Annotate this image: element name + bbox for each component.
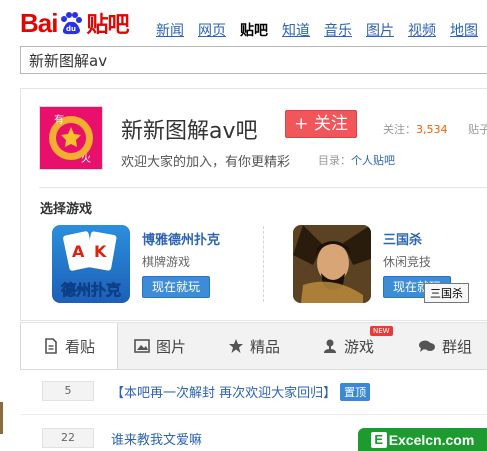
game-category-sanguosha: 休闲竞技: [383, 255, 432, 269]
logo-tieba-text: 贴吧: [86, 13, 129, 38]
image-icon: [134, 339, 150, 353]
avatar-text-huo: 火: [81, 153, 91, 165]
forum-logo-icon: 有 火: [40, 107, 102, 169]
watermark-letter: E: [370, 431, 387, 448]
row-divider: [20, 414, 487, 415]
baidu-tieba-logo[interactable]: Bai du 贴吧: [20, 7, 129, 39]
tab-games-label: 游戏: [344, 337, 375, 356]
nav-zhidao[interactable]: 知道: [282, 20, 310, 40]
svg-text:A: A: [72, 242, 85, 261]
tooltip: 三国杀: [424, 283, 469, 303]
game-name-poker[interactable]: 博雅德州扑克: [142, 229, 220, 248]
tab-groups[interactable]: 群组: [418, 323, 472, 369]
catalog-label: 目录：: [318, 154, 351, 167]
sanguosha-game-icon[interactable]: [293, 225, 371, 303]
tab-featured[interactable]: 精品: [228, 323, 280, 369]
table-row: 【本吧再一次解封 再次欢迎大家回归】 置顶: [111, 382, 371, 401]
top-nav: 新闻 网页 贴吧 知道 音乐 图片 视频 地图: [156, 20, 478, 40]
poker-cards-icon: A K 德州扑克: [61, 231, 121, 299]
games-separator: [263, 226, 265, 302]
logo-du-text: du: [66, 25, 76, 33]
svg-text:K: K: [94, 242, 107, 261]
nav-news[interactable]: 新闻: [156, 20, 184, 40]
nav-tieba[interactable]: 贴吧: [240, 20, 268, 40]
tab-posts[interactable]: 看贴: [20, 323, 118, 369]
poker-game-icon[interactable]: A K 德州扑克: [52, 225, 130, 303]
tab-images-label: 图片: [156, 337, 187, 356]
follow-count: 关注：3,534: [383, 121, 448, 137]
joystick-icon: [324, 339, 336, 353]
play-now-button-poker[interactable]: 现在就玩: [142, 276, 210, 298]
chat-icon: [419, 340, 435, 352]
posts-count-label: 贴子: [468, 123, 487, 136]
nav-images[interactable]: 图片: [366, 20, 394, 40]
avatar-text-you: 有: [54, 113, 64, 126]
tab-posts-label: 看贴: [64, 337, 95, 356]
nav-web[interactable]: 网页: [198, 20, 226, 40]
thread-reply-count: 22: [42, 428, 94, 448]
forum-title[interactable]: 新新图解av吧: [121, 113, 258, 145]
tab-images[interactable]: 图片: [134, 323, 186, 369]
nav-video[interactable]: 视频: [408, 20, 436, 40]
watermark-text: Excelcn.com: [388, 431, 475, 448]
poker-icon-label: 德州扑克: [61, 281, 121, 299]
tab-featured-label: 精品: [250, 337, 281, 356]
thread-title[interactable]: 【本吧再一次解封 再次欢迎大家回归】: [111, 382, 336, 401]
forum-slogan: 欢迎大家的加入，有你更精彩: [121, 155, 291, 170]
thread-reply-count: 5: [42, 381, 94, 401]
follow-button[interactable]: + 关注: [285, 110, 357, 138]
warrior-portrait-icon: [293, 225, 371, 303]
logo-bai-text: Bai: [20, 7, 58, 38]
nav-map[interactable]: 地图: [450, 20, 478, 40]
follow-count-label: 关注：: [383, 123, 416, 136]
game-category-poker: 棋牌游戏: [142, 255, 191, 269]
document-icon: [45, 338, 57, 354]
thread-title[interactable]: 谁来教我文爱嘛: [111, 429, 202, 448]
forum-tabs: 看贴 图片 精品 游戏 NEW 群组: [20, 322, 487, 370]
tab-groups-label: 群组: [442, 337, 473, 356]
sticky-badge: 置顶: [340, 382, 371, 401]
nav-music[interactable]: 音乐: [324, 20, 352, 40]
forum-catalog: 目录：个人贴吧: [318, 152, 395, 168]
search-input[interactable]: 新新图解av: [20, 46, 487, 74]
paw-icon: du: [61, 12, 83, 35]
watermark-logo: E Excelcn.com: [358, 428, 487, 451]
new-badge: NEW: [370, 326, 393, 336]
page-edge-mark: [0, 402, 3, 434]
forum-avatar[interactable]: 有 火: [39, 106, 103, 170]
follow-count-value: 3,534: [416, 123, 448, 136]
catalog-link[interactable]: 个人贴吧: [351, 154, 395, 167]
tab-games[interactable]: 游戏: [322, 323, 374, 369]
card-divider: [39, 187, 487, 188]
game-name-sanguosha[interactable]: 三国杀: [383, 229, 422, 248]
star-icon: [229, 339, 243, 353]
games-section-title: 选择游戏: [40, 202, 93, 217]
